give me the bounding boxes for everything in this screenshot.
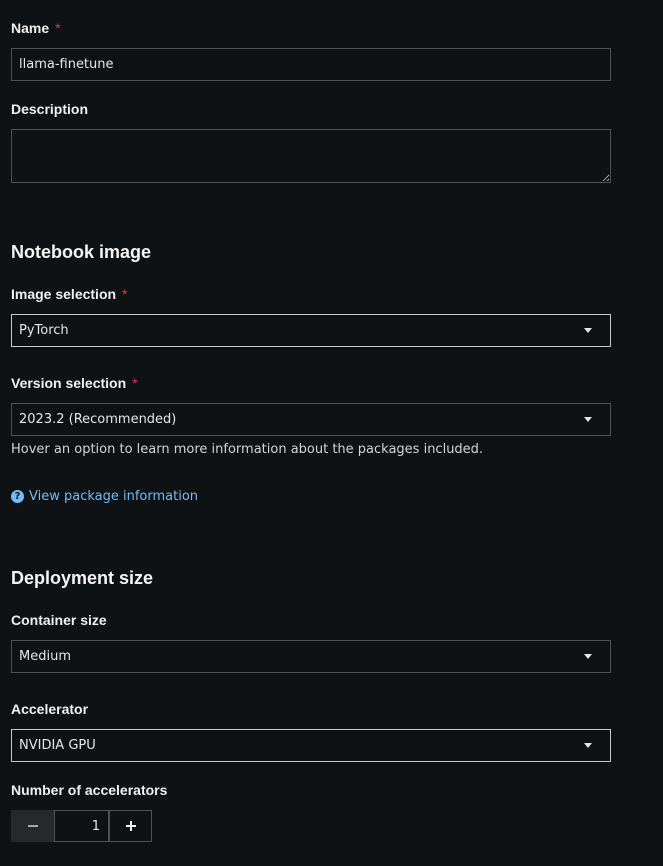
required-marker: * bbox=[132, 375, 138, 391]
required-marker: * bbox=[55, 20, 61, 36]
deployment-size-heading: Deployment size bbox=[11, 568, 154, 588]
num-accelerators-input[interactable] bbox=[54, 810, 109, 842]
description-label: Description bbox=[11, 101, 89, 117]
version-selection-dropdown[interactable]: 2023.2 (Recommended) bbox=[11, 403, 611, 436]
image-selection-value: PyTorch bbox=[19, 323, 69, 338]
increment-button[interactable] bbox=[109, 810, 152, 842]
num-accelerators-label: Number of accelerators bbox=[11, 782, 168, 798]
caret-down-icon bbox=[584, 328, 592, 333]
question-circle-icon: ? bbox=[11, 490, 24, 503]
container-size-label: Container size bbox=[11, 612, 107, 628]
container-size-value: Medium bbox=[19, 649, 71, 664]
plus-icon bbox=[125, 821, 136, 831]
caret-down-icon bbox=[584, 654, 592, 659]
description-textarea[interactable] bbox=[11, 129, 611, 183]
notebook-form: Name* Description Notebook image Image s… bbox=[0, 0, 663, 866]
accelerator-value: NVIDIA GPU bbox=[19, 738, 96, 753]
accelerator-dropdown[interactable]: NVIDIA GPU bbox=[11, 729, 611, 762]
caret-down-icon bbox=[584, 743, 592, 748]
version-helper-text: Hover an option to learn more informatio… bbox=[11, 442, 484, 457]
container-size-dropdown[interactable]: Medium bbox=[11, 640, 611, 673]
view-package-info-label: View package information bbox=[29, 489, 199, 504]
decrement-button[interactable] bbox=[11, 810, 54, 842]
minus-icon bbox=[27, 825, 38, 827]
image-selection-label: Image selection * bbox=[11, 286, 128, 302]
name-input[interactable] bbox=[11, 48, 611, 81]
required-marker: * bbox=[122, 286, 128, 302]
name-label: Name * bbox=[11, 20, 61, 36]
caret-down-icon bbox=[584, 417, 592, 422]
version-selection-value: 2023.2 (Recommended) bbox=[19, 412, 177, 427]
notebook-image-heading: Notebook image bbox=[11, 242, 152, 262]
version-selection-label: Version selection * bbox=[11, 375, 138, 391]
view-package-info-link[interactable]: ? View package information bbox=[11, 489, 198, 504]
image-selection-dropdown[interactable]: PyTorch bbox=[11, 314, 611, 347]
accelerator-label: Accelerator bbox=[11, 701, 89, 717]
